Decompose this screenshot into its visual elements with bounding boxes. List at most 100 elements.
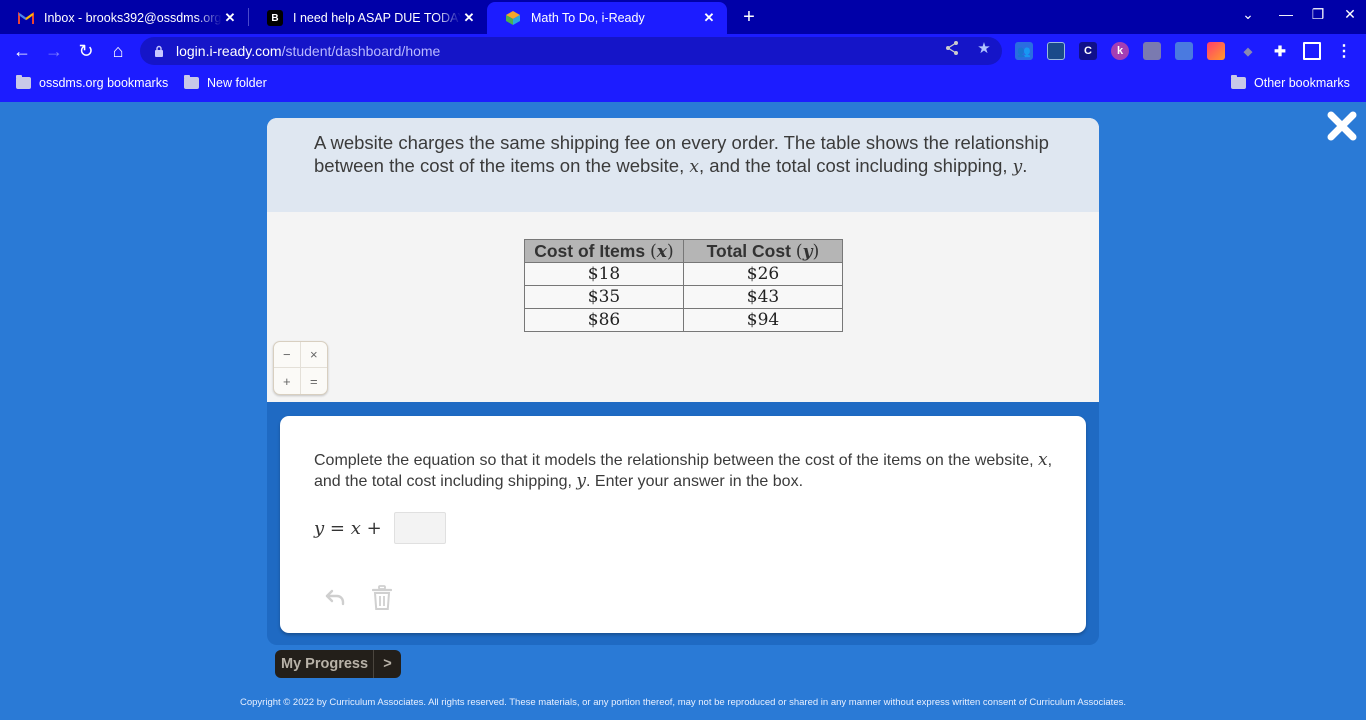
cell-total-cost: $94 [683,308,843,332]
table-header-row: Cost of Items (x) Total Cost (y) [524,239,843,263]
variable-x: x [689,157,699,177]
tab-search-chevron-icon[interactable]: ⌄ [1236,6,1260,23]
bookmark-folder-icon [16,75,31,89]
cell-total-cost: $43 [683,285,843,309]
home-button[interactable]: ⌂ [106,39,130,63]
tab-title: Inbox - brooks392@ossdms.org [44,11,222,25]
table-row: $86 $94 [524,308,843,332]
table-row: $35 $43 [524,285,843,309]
new-tab-button[interactable]: + [738,6,760,28]
chevron-right-icon: > [383,656,392,672]
back-button[interactable]: ← [10,39,34,63]
close-lesson-button[interactable] [1326,110,1358,144]
trash-icon [371,585,393,610]
gmail-icon [18,10,34,26]
paren: ) [812,241,820,262]
close-window-button[interactable]: ✕ [1338,6,1362,23]
url-path: /student/dashboard/home [281,43,441,59]
paren: ( [795,241,803,262]
cell-cost-of-items: $35 [524,285,684,309]
bookmark-label: ossdms.org bookmarks [39,76,169,90]
equation-prefix: y = x + [314,517,382,539]
bookmark-new-folder[interactable]: New folder [184,75,267,90]
question-panel: A website charges the same shipping fee … [267,118,1099,402]
bookmark-star-icon[interactable]: ★ [975,40,993,58]
minus-icon: − [274,342,301,368]
header-total-cost: Total Cost (y) [683,239,843,263]
lock-icon [155,45,163,57]
brainly-icon: B [267,10,283,26]
iready-icon [505,10,521,26]
close-tab-icon[interactable]: ✕ [701,10,717,26]
instruction-text: Complete the equation so that it models … [314,452,1038,469]
other-bookmarks[interactable]: Other bookmarks [1231,75,1350,90]
question-prompt: A website charges the same shipping fee … [267,118,1099,212]
paren: ( [649,241,657,262]
minimize-button[interactable]: — [1274,6,1298,22]
equals-icon: = [309,373,318,389]
cost-table: Cost of Items (x) Total Cost (y) $18 $26… [524,239,843,332]
answer-card: Complete the equation so that it models … [280,416,1086,633]
reload-button[interactable]: ↻ [74,39,98,63]
browser-toolbar: ← → ↻ ⌂ login.i-ready.com/student/dashbo… [0,34,1366,68]
folder-icon [184,75,199,89]
bookmark-label: New folder [207,76,267,90]
variable-y: y [1012,157,1023,177]
screen-extension-icon[interactable] [1047,42,1065,60]
classroom-extension-icon[interactable]: 👥 [1015,42,1033,60]
bookmarks-bar: ossdms.org bookmarks New folder Other bo… [0,68,1366,102]
variable-y: y [576,471,587,491]
k-extension-icon[interactable]: k [1111,42,1129,60]
paren: ) [666,241,674,262]
close-tab-icon[interactable]: ✕ [461,10,477,26]
instruction-text: . Enter your answer in the box. [586,473,804,490]
answer-instructions: Complete the equation so that it models … [314,450,1064,492]
undo-button[interactable] [324,588,346,608]
fish-extension-icon[interactable]: ◆ [1239,42,1257,60]
forward-button[interactable]: → [42,39,66,63]
my-progress-button[interactable]: My Progress > [275,650,401,678]
cell-total-cost: $26 [683,262,843,286]
header-label: Cost of Items [534,240,650,261]
tab-title: I need help ASAP DUE TODAY Pl [293,11,461,25]
side-panel-icon[interactable] [1303,42,1321,60]
tab-iready[interactable]: Math To Do, i-Ready ✕ [487,2,727,34]
bookmark-ossdms[interactable]: ossdms.org bookmarks [16,75,169,90]
cell-cost-of-items: $18 [524,262,684,286]
restore-button[interactable]: ❐ [1306,6,1330,23]
table-row: $18 $26 [524,262,843,286]
tab-title: Math To Do, i-Ready [531,11,645,25]
answer-input[interactable] [393,512,446,544]
equation-row: y = x + [314,512,446,544]
calculator-button[interactable]: − × + = [273,341,328,395]
header-cost-of-items: Cost of Items (x) [524,239,684,263]
copyright-footer: Copyright © 2022 by Curriculum Associate… [240,697,1126,708]
close-tab-icon[interactable]: ✕ [222,10,238,26]
variable-y: y [802,241,813,262]
cell-cost-of-items: $86 [524,308,684,332]
my-progress-label: My Progress [281,656,369,672]
bookmark-label: Other bookmarks [1254,76,1350,90]
variable-x: x [656,241,667,262]
extensions-puzzle-icon[interactable]: ✚ [1271,42,1289,60]
header-label: Total Cost [706,240,796,261]
folder-icon [1231,75,1246,89]
share-icon[interactable] [943,40,961,58]
clear-button[interactable] [371,585,393,611]
multiply-icon: × [300,342,327,368]
undo-icon [325,589,345,606]
plus-icon: + [274,368,301,394]
prompt-text: . [1022,155,1028,176]
prompt-text: , and the total cost including shipping, [698,155,1013,176]
url-host: login.i-ready.com [176,43,282,59]
copy-extension-icon[interactable] [1143,42,1161,60]
close-icon [1327,111,1357,141]
tab-extension-icon[interactable] [1175,42,1193,60]
c-extension-icon[interactable]: C [1079,42,1097,60]
address-bar[interactable]: login.i-ready.com/student/dashboard/home [140,37,1002,65]
creative-cloud-extension-icon[interactable] [1207,42,1225,60]
tab-brainly[interactable]: B I need help ASAP DUE TODAY Pl ✕ [249,2,487,34]
more-menu-icon[interactable]: ⋮ [1335,42,1353,60]
tab-gmail-inbox[interactable]: Inbox - brooks392@ossdms.org ✕ [0,2,248,34]
variable-x: x [1037,450,1048,470]
